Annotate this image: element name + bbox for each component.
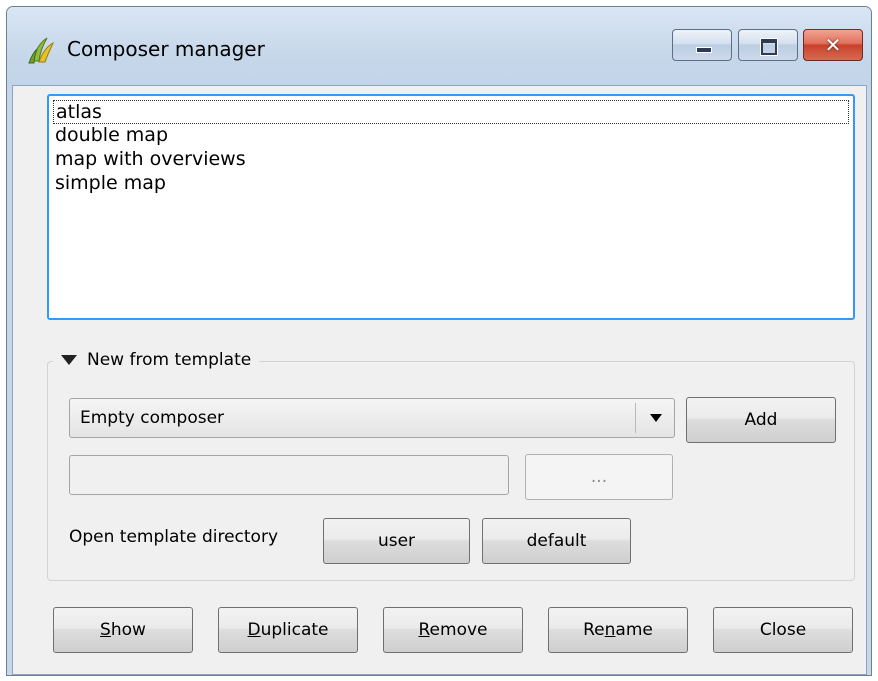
combo-separator xyxy=(635,403,636,433)
close-button[interactable]: Close xyxy=(713,607,853,653)
rename-label-pre: Re xyxy=(583,620,605,640)
list-item-atlas[interactable]: atlas xyxy=(53,100,849,124)
minimize-icon xyxy=(696,47,712,53)
duplicate-label-post: uplicate xyxy=(260,620,329,640)
list-item-double-map[interactable]: double map xyxy=(53,124,168,148)
browse-button: ... xyxy=(525,454,673,500)
rename-button[interactable]: Rename xyxy=(548,607,688,653)
composer-manager-window: Composer manager ✕ atlas double map map … xyxy=(6,6,872,676)
composer-list[interactable]: atlas double map map with overviews simp… xyxy=(47,94,855,320)
close-icon: ✕ xyxy=(824,33,842,57)
close-window-button[interactable]: ✕ xyxy=(803,29,863,61)
list-item-simple-map[interactable]: simple map xyxy=(53,172,166,196)
qgis-logo-icon xyxy=(28,37,55,64)
rename-label-post: ame xyxy=(615,620,653,640)
user-directory-button[interactable]: user xyxy=(323,518,470,564)
show-label-post: how xyxy=(110,620,146,640)
maximize-button[interactable] xyxy=(738,29,798,61)
template-select[interactable]: Empty composer xyxy=(69,398,675,438)
default-directory-button[interactable]: default xyxy=(482,518,631,564)
dropdown-arrow-icon xyxy=(650,414,662,422)
dialog-body: atlas double map map with overviews simp… xyxy=(12,85,867,675)
template-path-field xyxy=(69,455,509,495)
open-template-directory-label: Open template directory xyxy=(69,527,279,547)
rename-label-key: n xyxy=(604,620,616,640)
remove-label-post: emove xyxy=(429,620,488,640)
expand-triangle-icon xyxy=(61,355,77,365)
remove-label-key: R xyxy=(418,620,430,640)
duplicate-button[interactable]: Duplicate xyxy=(218,607,358,653)
group-title: New from template xyxy=(87,350,252,370)
maximize-icon xyxy=(761,39,777,55)
show-label-key: S xyxy=(100,620,111,640)
duplicate-label-key: D xyxy=(247,620,261,640)
show-button[interactable]: Show xyxy=(53,607,193,653)
list-item-map-with-overviews[interactable]: map with overviews xyxy=(53,148,246,172)
window-title: Composer manager xyxy=(67,37,265,61)
add-button[interactable]: Add xyxy=(686,397,836,443)
title-bar[interactable]: Composer manager ✕ xyxy=(7,7,871,89)
remove-button[interactable]: Remove xyxy=(383,607,523,653)
group-header-toggle[interactable]: New from template xyxy=(53,348,260,372)
template-select-value: Empty composer xyxy=(80,408,225,428)
minimize-button[interactable] xyxy=(672,29,732,61)
